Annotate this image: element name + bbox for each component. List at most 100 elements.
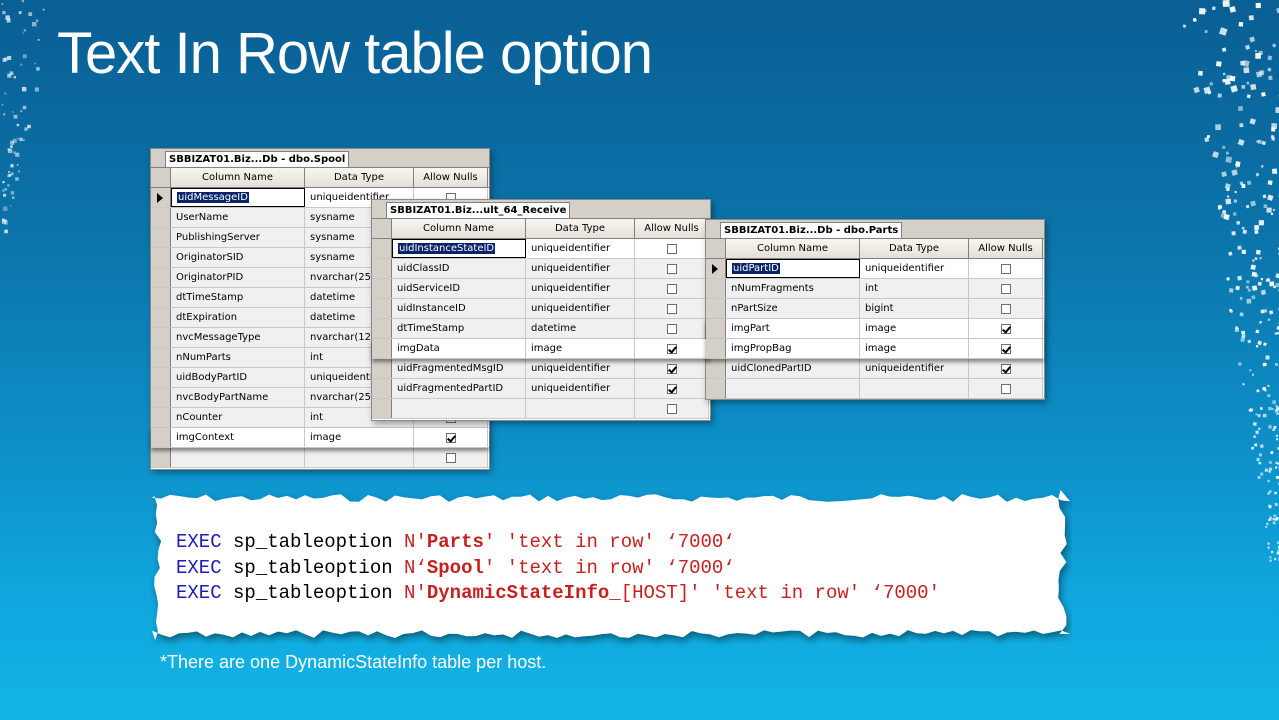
data-type-header[interactable]: Data Type — [305, 168, 414, 187]
table-row[interactable] — [151, 448, 489, 468]
data-type-cell[interactable]: uniqueidentifier — [526, 259, 635, 278]
row-selector[interactable] — [151, 308, 171, 327]
row-selector[interactable] — [151, 348, 171, 367]
data-type-cell[interactable]: bigint — [860, 299, 969, 318]
column-name-header[interactable]: Column Name — [726, 239, 860, 258]
data-type-cell[interactable]: datetime — [526, 319, 635, 338]
data-type-cell[interactable] — [860, 379, 969, 398]
column-name-cell[interactable]: nNumFragments — [726, 279, 860, 298]
data-type-cell[interactable] — [305, 448, 414, 467]
allow-nulls-checkbox[interactable] — [445, 432, 456, 443]
allow-nulls-checkbox[interactable] — [1000, 363, 1011, 374]
column-name-cell[interactable]: uidPartID — [726, 259, 860, 278]
table-row[interactable]: uidClassID uniqueidentifier — [372, 259, 710, 279]
allow-nulls-checkbox[interactable] — [666, 323, 677, 334]
column-name-cell[interactable]: uidInstanceID — [392, 299, 526, 318]
column-name-cell[interactable]: uidMessageID — [171, 188, 305, 207]
allow-nulls-checkbox[interactable] — [666, 403, 677, 414]
row-selector[interactable] — [151, 448, 171, 467]
row-selector[interactable] — [372, 399, 392, 418]
allow-nulls-checkbox[interactable] — [666, 383, 677, 394]
row-selector[interactable] — [372, 259, 392, 278]
allow-nulls-checkbox[interactable] — [1000, 283, 1011, 294]
data-type-cell[interactable]: uniqueidentifier — [526, 379, 635, 398]
row-selector[interactable] — [706, 359, 726, 378]
row-selector[interactable] — [151, 408, 171, 427]
row-selector[interactable] — [151, 188, 171, 207]
column-name-cell[interactable]: nvcBodyPartName — [171, 388, 305, 407]
column-name-header[interactable]: Column Name — [171, 168, 305, 187]
row-selector[interactable] — [372, 299, 392, 318]
allow-nulls-checkbox[interactable] — [1000, 303, 1011, 314]
data-type-cell[interactable]: uniqueidentifier — [526, 239, 635, 258]
column-name-cell[interactable]: imgPart — [726, 319, 860, 338]
data-type-cell[interactable]: image — [526, 339, 635, 358]
column-name-cell[interactable]: nCounter — [171, 408, 305, 427]
column-name-cell[interactable]: uidClassID — [392, 259, 526, 278]
table-row[interactable]: nNumFragments int — [706, 279, 1044, 299]
allow-nulls-checkbox[interactable] — [666, 263, 677, 274]
data-type-cell[interactable]: image — [305, 428, 414, 447]
row-selector[interactable] — [372, 379, 392, 398]
row-selector[interactable] — [151, 428, 171, 447]
row-selector[interactable] — [151, 288, 171, 307]
table-row[interactable]: nPartSize bigint — [706, 299, 1044, 319]
table-row[interactable]: uidInstanceStateID uniqueidentifier — [372, 239, 710, 259]
table-row[interactable]: uidInstanceID uniqueidentifier — [372, 299, 710, 319]
table-designer-parts[interactable]: SBBIZAT01.Biz...Db - dbo.Parts Column Na… — [705, 219, 1045, 400]
row-selector[interactable] — [151, 328, 171, 347]
row-selector[interactable] — [151, 368, 171, 387]
column-name-header[interactable]: Column Name — [392, 219, 526, 238]
table-designer-receive[interactable]: SBBIZAT01.Biz...ult_64_Receive Column Na… — [371, 199, 711, 421]
data-type-cell[interactable]: uniqueidentifier — [526, 299, 635, 318]
column-name-cell[interactable]: dtTimeStamp — [171, 288, 305, 307]
row-selector[interactable] — [372, 319, 392, 338]
table-row[interactable]: uidFragmentedPartID uniqueidentifier — [372, 379, 710, 399]
column-name-cell[interactable]: nPartSize — [726, 299, 860, 318]
data-type-cell[interactable] — [526, 399, 635, 418]
allow-nulls-checkbox[interactable] — [666, 283, 677, 294]
column-name-cell[interactable]: nNumParts — [171, 348, 305, 367]
table-row[interactable]: imgContext image — [151, 428, 489, 448]
column-name-cell[interactable]: uidBodyPartID — [171, 368, 305, 387]
data-type-cell[interactable]: uniqueidentifier — [860, 359, 969, 378]
allow-nulls-header[interactable]: Allow Nulls — [635, 219, 709, 238]
column-name-cell[interactable]: uidFragmentedMsgID — [392, 359, 526, 378]
row-selector[interactable] — [372, 239, 392, 258]
allow-nulls-checkbox[interactable] — [445, 452, 456, 463]
column-name-cell[interactable] — [392, 399, 526, 418]
row-selector[interactable] — [706, 339, 726, 358]
column-name-cell[interactable]: imgData — [392, 339, 526, 358]
data-type-cell[interactable]: image — [860, 319, 969, 338]
table-row[interactable]: uidFragmentedMsgID uniqueidentifier — [372, 359, 710, 379]
allow-nulls-checkbox[interactable] — [666, 243, 677, 254]
column-name-cell[interactable]: imgContext — [171, 428, 305, 447]
allow-nulls-checkbox[interactable] — [1000, 263, 1011, 274]
table-row[interactable]: imgPart image — [706, 319, 1044, 339]
row-selector[interactable] — [151, 268, 171, 287]
allow-nulls-checkbox[interactable] — [1000, 323, 1011, 334]
row-selector[interactable] — [706, 319, 726, 338]
tab-receive[interactable]: SBBIZAT01.Biz...ult_64_Receive — [386, 202, 571, 218]
table-row[interactable]: uidPartID uniqueidentifier — [706, 259, 1044, 279]
row-selector[interactable] — [151, 388, 171, 407]
row-selector[interactable] — [151, 248, 171, 267]
allow-nulls-header[interactable]: Allow Nulls — [414, 168, 488, 187]
column-name-cell[interactable]: UserName — [171, 208, 305, 227]
allow-nulls-checkbox[interactable] — [1000, 383, 1011, 394]
row-selector[interactable] — [372, 339, 392, 358]
allow-nulls-checkbox[interactable] — [666, 303, 677, 314]
table-row[interactable]: uidClonedPartID uniqueidentifier — [706, 359, 1044, 379]
column-name-cell[interactable]: uidServiceID — [392, 279, 526, 298]
data-type-cell[interactable]: image — [860, 339, 969, 358]
row-selector[interactable] — [151, 228, 171, 247]
table-row[interactable]: dtTimeStamp datetime — [372, 319, 710, 339]
column-name-cell[interactable]: OriginatorSID — [171, 248, 305, 267]
data-type-header[interactable]: Data Type — [860, 239, 969, 258]
table-row[interactable] — [706, 379, 1044, 399]
allow-nulls-checkbox[interactable] — [1000, 343, 1011, 354]
allow-nulls-checkbox[interactable] — [666, 363, 677, 374]
column-name-cell[interactable]: imgPropBag — [726, 339, 860, 358]
table-row[interactable]: uidServiceID uniqueidentifier — [372, 279, 710, 299]
column-name-cell[interactable]: nvcMessageType — [171, 328, 305, 347]
